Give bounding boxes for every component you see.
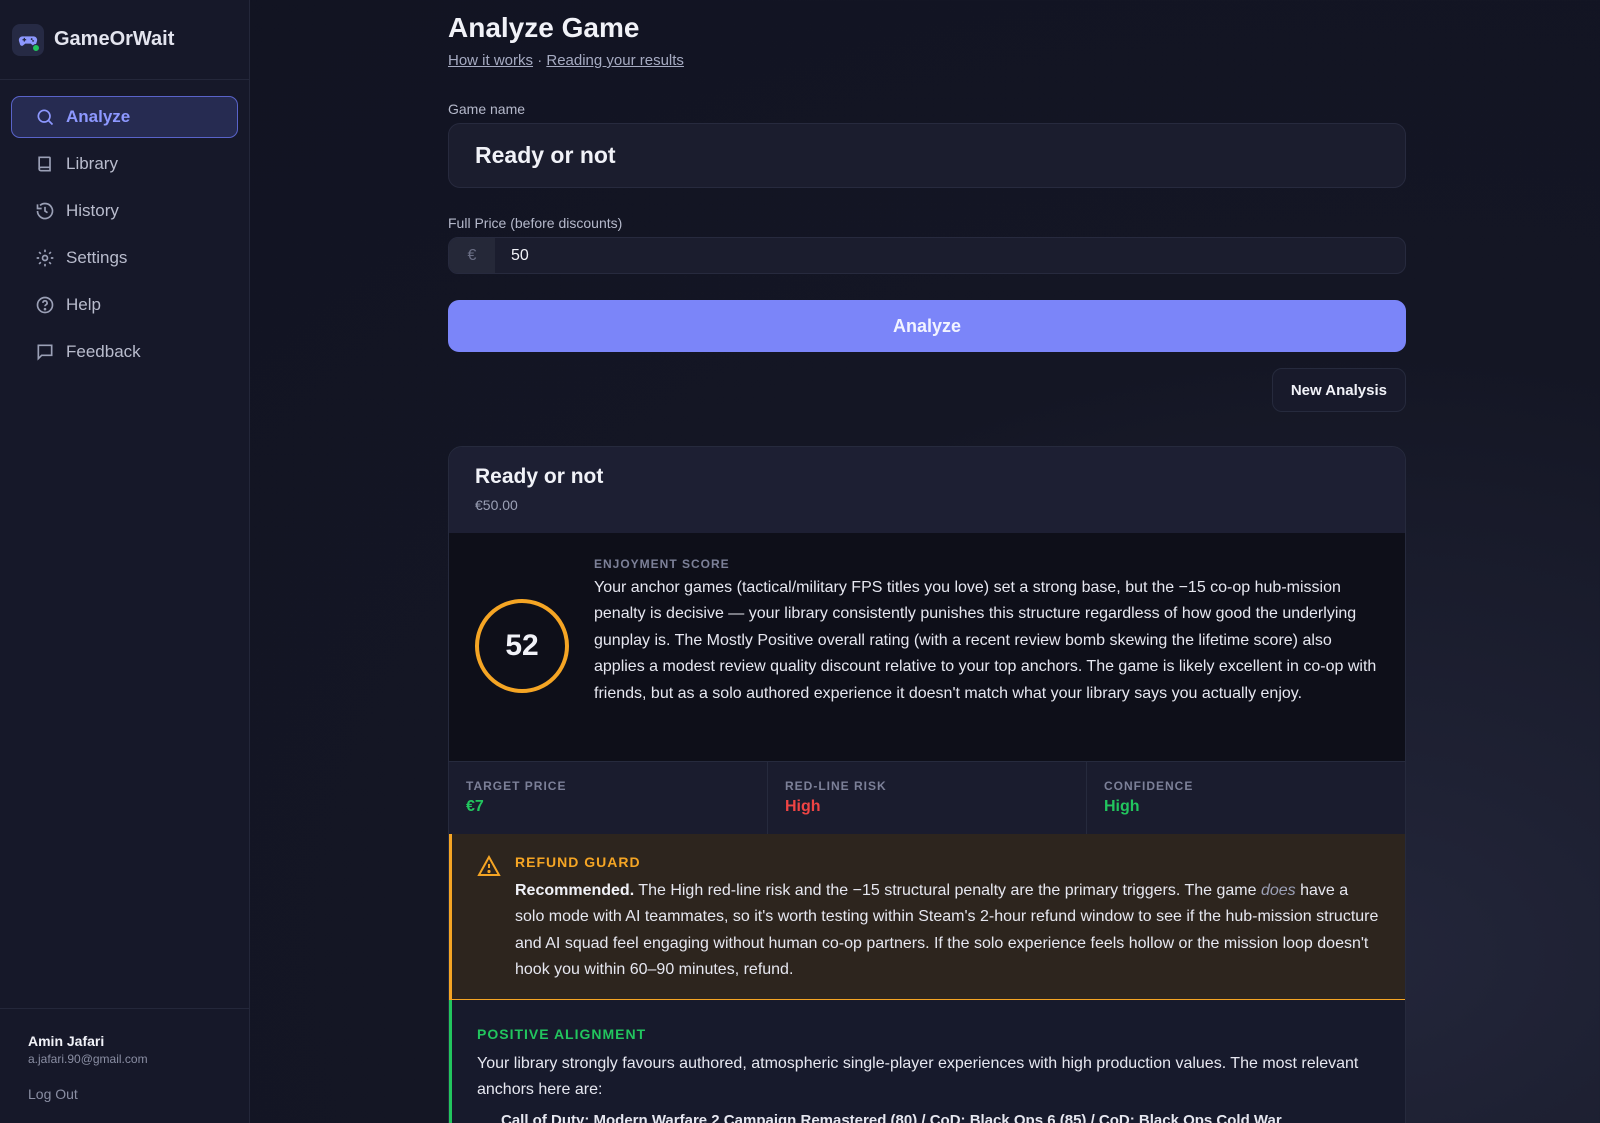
score-ring: 52 — [475, 599, 569, 693]
brand: GameOrWait — [0, 0, 249, 80]
message-icon — [34, 341, 56, 363]
currency-prefix: € — [449, 238, 495, 273]
sidebar-item-feedback[interactable]: Feedback — [11, 331, 238, 373]
refund-emphasis: does — [1260, 882, 1296, 899]
main-content: Analyze Game How it works · Reading your… — [448, 0, 1406, 1123]
sidebar-nav: Analyze Library History Settings Help Fe… — [0, 80, 249, 394]
metric-value: High — [785, 798, 821, 815]
link-separator: · — [537, 52, 543, 69]
game-name-input[interactable]: Ready or not — [448, 123, 1406, 188]
result-card: Ready or not €50.00 52 ENJOYMENT SCORE Y… — [448, 446, 1406, 1123]
sidebar-item-settings[interactable]: Settings — [11, 237, 238, 279]
game-name-label: Game name — [448, 101, 526, 117]
metrics-row: TARGET PRICE €7 RED-LINE RISK High CONFI… — [449, 761, 1405, 834]
sidebar: GameOrWait Analyze Library History Setti… — [0, 0, 250, 1123]
refund-guard: REFUND GUARD Recommended. The High red-l… — [449, 834, 1405, 1000]
result-header: Ready or not €50.00 — [449, 447, 1405, 533]
how-it-works-link[interactable]: How it works — [448, 52, 533, 69]
metric-confidence: CONFIDENCE High — [1087, 762, 1405, 834]
result-title: Ready or not — [475, 465, 604, 488]
metric-value: High — [1104, 798, 1140, 815]
sidebar-item-label: Settings — [66, 248, 128, 267]
metric-target-price: TARGET PRICE €7 — [449, 762, 768, 834]
gamepad-logo-icon — [12, 23, 44, 56]
score-text: ENJOYMENT SCORE Your anchor games (tacti… — [594, 557, 1379, 735]
page-title: Analyze Game — [448, 12, 640, 43]
score-value: 52 — [505, 629, 539, 662]
new-analysis-button[interactable]: New Analysis — [1271, 368, 1406, 412]
page-links: How it works · Reading your results — [448, 52, 1406, 69]
sidebar-item-label: Feedback — [66, 342, 141, 361]
positive-bullet: Call of Duty: Modern Warfare 2 Campaign … — [501, 1111, 1282, 1123]
search-icon — [34, 106, 56, 128]
refund-title: REFUND GUARD — [515, 854, 641, 870]
score-label: ENJOYMENT SCORE — [594, 557, 730, 571]
sidebar-item-label: Library — [66, 154, 118, 173]
metric-value: €7 — [466, 798, 484, 815]
app-name: GameOrWait — [54, 28, 175, 50]
metric-label: CONFIDENCE — [1104, 779, 1194, 793]
logout-link[interactable]: Log Out — [28, 1086, 249, 1102]
price-input[interactable]: 50 — [495, 238, 529, 273]
metric-label: TARGET PRICE — [466, 779, 567, 793]
refund-text: Recommended. The High red-line risk and … — [515, 878, 1379, 984]
score-description: Your anchor games (tactical/military FPS… — [594, 579, 1377, 702]
refund-lead: Recommended. — [515, 882, 635, 899]
sidebar-item-library[interactable]: Library — [11, 143, 238, 185]
positive-title: POSITIVE ALIGNMENT — [477, 1026, 647, 1042]
score-area: 52 ENJOYMENT SCORE Your anchor games (ta… — [449, 533, 1405, 761]
sidebar-item-help[interactable]: Help — [11, 284, 238, 326]
sidebar-item-label: Analyze — [66, 107, 131, 126]
price-input-group: € 50 — [448, 237, 1406, 274]
warning-icon — [477, 854, 501, 878]
price-label: Full Price (before discounts) — [448, 215, 623, 231]
new-analysis-row: New Analysis — [448, 368, 1406, 412]
analyze-button[interactable]: Analyze — [448, 300, 1406, 352]
positive-alignment: POSITIVE ALIGNMENT Your library strongly… — [449, 1000, 1405, 1123]
metric-red-line-risk: RED-LINE RISK High — [768, 762, 1087, 834]
positive-text: Your library strongly favours authored, … — [477, 1055, 1359, 1099]
sidebar-item-label: Help — [66, 295, 101, 314]
user-email: a.jafari.90@gmail.com — [28, 1052, 148, 1066]
user-name: Amin Jafari — [28, 1033, 105, 1049]
book-icon — [34, 153, 56, 175]
user-block: Amin Jafari a.jafari.90@gmail.com Log Ou… — [0, 1008, 249, 1123]
reading-results-link[interactable]: Reading your results — [546, 52, 684, 69]
history-icon — [34, 200, 56, 222]
sidebar-item-history[interactable]: History — [11, 190, 238, 232]
result-price: €50.00 — [475, 497, 518, 513]
refund-text-before: The High red-line risk and the −15 struc… — [634, 882, 1261, 899]
sidebar-item-analyze[interactable]: Analyze — [11, 96, 238, 138]
sidebar-item-label: History — [66, 201, 119, 220]
refund-content: REFUND GUARD Recommended. The High red-l… — [515, 854, 1379, 979]
help-circle-icon — [34, 294, 56, 316]
gear-icon — [34, 247, 56, 269]
metric-label: RED-LINE RISK — [785, 779, 887, 793]
